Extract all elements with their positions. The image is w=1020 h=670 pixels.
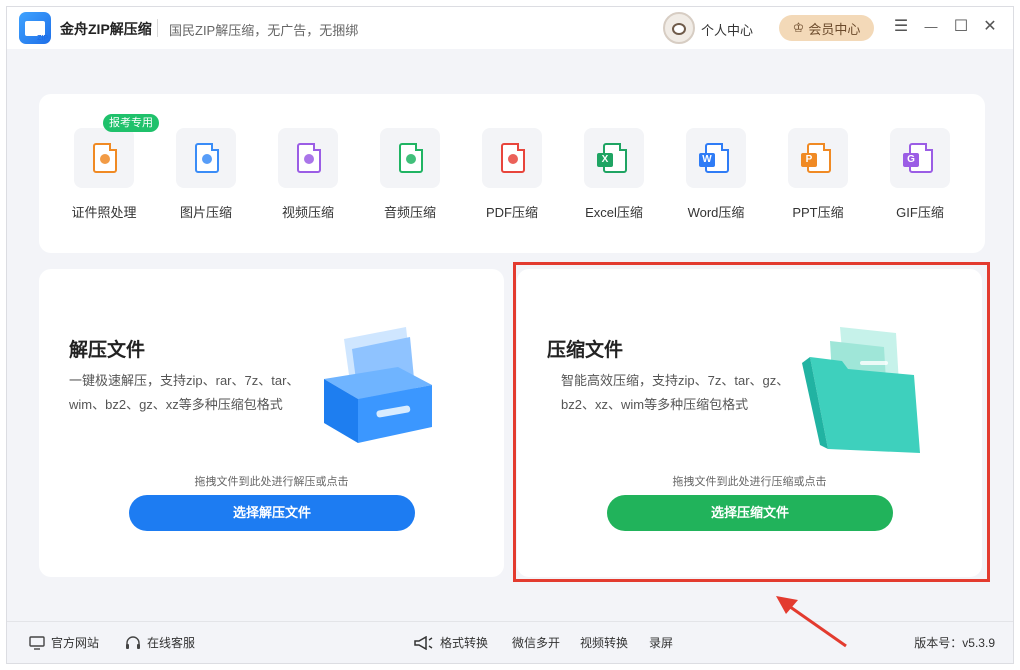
user-center-link[interactable]: 个人中心 — [701, 20, 753, 39]
gif-icon: G — [890, 128, 950, 188]
pdf-icon — [482, 128, 542, 188]
tool-label: 图片压缩 — [179, 205, 232, 220]
extract-card[interactable]: 解压文件 一键极速解压，支持zip、rar、7z、tar、wim、bz2、gz、… — [39, 269, 504, 577]
online-support-link[interactable]: 在线客服 — [125, 634, 195, 651]
avatar[interactable] — [663, 12, 695, 44]
maximize-icon[interactable]: ☐ — [951, 17, 971, 37]
official-website-label: 官方网站 — [51, 636, 100, 650]
image-icon — [176, 128, 236, 188]
extract-drop-hint: 拖拽文件到此处进行解压或点击 — [194, 476, 349, 488]
wechat-multi-link[interactable]: 微信多开 — [512, 634, 560, 651]
app-title: 金舟ZIP解压缩 — [60, 21, 152, 37]
format-convert-link[interactable]: 格式转换 — [412, 634, 488, 651]
format-convert-label: 格式转换 — [440, 636, 489, 650]
tool-pdf[interactable]: PDF压缩 — [467, 128, 557, 221]
minimize-icon[interactable]: — — [921, 17, 941, 37]
tool-word[interactable]: W Word压缩 — [671, 128, 761, 221]
online-support-label: 在线客服 — [147, 636, 196, 650]
tool-ppt[interactable]: P PPT压缩 — [773, 128, 863, 221]
app-window: ZIP 金舟ZIP解压缩 国民ZIP解压缩，无广告，无捆绑 个人中心 ♔ 会员中… — [6, 6, 1014, 664]
folder-illustration-icon — [802, 327, 920, 453]
tool-label: Word压缩 — [687, 205, 745, 220]
tool-label: PPT压缩 — [792, 205, 844, 220]
select-compress-file-button[interactable]: 选择压缩文件 — [607, 495, 893, 531]
tool-label: 视频压缩 — [281, 205, 334, 220]
title-divider — [157, 19, 158, 37]
official-website-link[interactable]: 官方网站 — [29, 634, 99, 651]
footer-bar: 官方网站 在线客服 格式转换 微信多开 视频转换 录屏 版本号：v5.3.9 — [7, 621, 1013, 663]
tools-panel: 报考专用 证件照处理 图片压缩 视频压缩 音频压缩 PDF压缩 X Excel压缩 W Word… — [39, 94, 985, 253]
tool-label: PDF压缩 — [485, 205, 538, 220]
id-photo-icon — [74, 128, 134, 188]
megaphone-icon — [412, 635, 434, 650]
tool-label: GIF压缩 — [896, 205, 944, 220]
ppt-icon: P — [788, 128, 848, 188]
tool-label: 证件照处理 — [71, 205, 137, 220]
tool-image[interactable]: 图片压缩 — [161, 128, 251, 221]
app-slogan: 国民ZIP解压缩，无广告，无捆绑 — [169, 23, 359, 38]
tool-label: 音频压缩 — [383, 205, 436, 220]
screen-record-link[interactable]: 录屏 — [649, 634, 673, 651]
audio-icon — [380, 128, 440, 188]
video-convert-link[interactable]: 视频转换 — [580, 634, 628, 651]
tool-gif[interactable]: G GIF压缩 — [875, 128, 965, 221]
vip-center-button[interactable]: ♔ 会员中心 — [779, 15, 874, 41]
extract-title: 解压文件 — [69, 340, 146, 361]
tool-excel[interactable]: X Excel压缩 — [569, 128, 659, 221]
compress-description: 智能高效压缩，支持zip、7z、tar、gz、bz2、xz、wim等多种压缩包格… — [561, 373, 790, 412]
tool-label: Excel压缩 — [585, 205, 643, 220]
exam-special-tag: 报考专用 — [103, 114, 159, 132]
tool-audio[interactable]: 音频压缩 — [365, 128, 455, 221]
version-label: 版本号：v5.3.9 — [914, 636, 995, 650]
compress-drop-hint: 拖拽文件到此处进行压缩或点击 — [672, 476, 827, 488]
select-extract-file-button[interactable]: 选择解压文件 — [129, 495, 415, 531]
menu-icon[interactable]: ☰ — [891, 17, 911, 37]
crown-icon: ♔ — [792, 20, 805, 35]
tool-video[interactable]: 视频压缩 — [263, 128, 353, 221]
drawer-illustration-icon — [324, 327, 432, 443]
headset-icon — [125, 635, 141, 650]
tool-id-photo[interactable]: 证件照处理 — [59, 128, 149, 221]
close-icon[interactable]: ✕ — [980, 17, 1000, 37]
title-bar: ZIP 金舟ZIP解压缩 国民ZIP解压缩，无广告，无捆绑 个人中心 ♔ 会员中… — [7, 7, 1013, 49]
excel-icon: X — [584, 128, 644, 188]
word-icon: W — [686, 128, 746, 188]
pointer-arrow-icon — [776, 596, 847, 648]
compress-title: 压缩文件 — [547, 340, 624, 361]
compress-card[interactable]: 压缩文件 智能高效压缩，支持zip、7z、tar、gz、bz2、xz、wim等多… — [517, 269, 982, 577]
extract-description: 一键极速解压，支持zip、rar、7z、tar、wim、bz2、gz、xz等多种… — [69, 373, 300, 412]
monitor-icon — [29, 635, 45, 650]
app-logo-icon: ZIP — [19, 12, 51, 44]
video-icon — [278, 128, 338, 188]
vip-center-label: 会员中心 — [808, 21, 861, 37]
